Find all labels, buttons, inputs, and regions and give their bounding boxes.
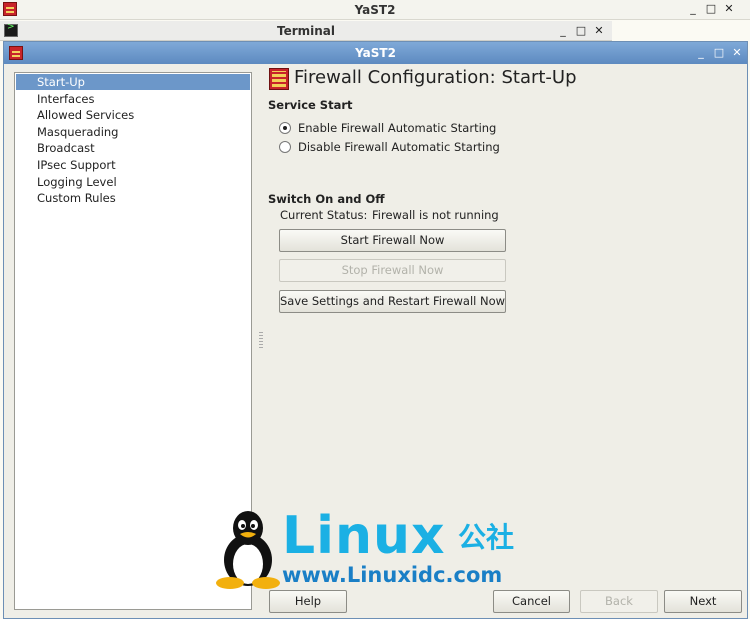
cancel-button[interactable]: Cancel xyxy=(493,590,570,613)
sidebar-item-custom-rules[interactable]: Custom Rules xyxy=(16,190,250,206)
close-icon[interactable]: ✕ xyxy=(730,46,744,60)
service-start-heading: Service Start xyxy=(268,98,353,112)
terminal-maximize-icon[interactable]: □ xyxy=(574,24,588,38)
switch-on-off-heading: Switch On and Off xyxy=(268,192,385,206)
watermark-brand-cn: 公社 xyxy=(458,521,515,554)
page-title: Firewall Configuration: Start-Up xyxy=(294,67,577,88)
main-titlebar[interactable]: YaST2 _ □ ✕ xyxy=(4,42,747,64)
sidebar-item-masquerading[interactable]: Masquerading xyxy=(16,124,250,140)
terminal-titlebar[interactable]: Terminal _ □ ✕ xyxy=(0,21,612,41)
disable-autostart-label[interactable]: Disable Firewall Automatic Starting xyxy=(298,140,500,154)
minimize-icon[interactable]: _ xyxy=(686,2,700,16)
terminal-close-icon[interactable]: ✕ xyxy=(592,24,606,38)
terminal-minimize-icon[interactable]: _ xyxy=(556,24,570,38)
main-window-title: YaST2 xyxy=(355,46,396,60)
pane-splitter-handle[interactable] xyxy=(259,332,263,348)
radio-checked-icon[interactable] xyxy=(279,122,291,134)
back-button: Back xyxy=(580,590,658,613)
current-status-label: Current Status: xyxy=(280,208,368,222)
stop-firewall-button: Stop Firewall Now xyxy=(279,259,506,282)
next-button[interactable]: Next xyxy=(664,590,742,613)
watermark-brand: Linux xyxy=(282,506,446,566)
help-button[interactable]: Help xyxy=(269,590,347,613)
sidebar-item-interfaces[interactable]: Interfaces xyxy=(16,91,250,107)
enable-autostart-label[interactable]: Enable Firewall Automatic Starting xyxy=(298,121,496,135)
radio-unchecked-icon[interactable] xyxy=(279,141,291,153)
save-restart-firewall-button[interactable]: Save Settings and Restart Firewall Now xyxy=(279,290,506,313)
terminal-window-title: Terminal xyxy=(276,24,336,38)
minimize-icon[interactable]: _ xyxy=(694,46,708,60)
linuxidc-watermark: Linux 公社 www.Linuxidc.com xyxy=(212,506,542,592)
sidebar-item-start-up[interactable]: Start-Up xyxy=(16,74,250,90)
firewall-icon xyxy=(269,68,289,90)
background-titlebar[interactable]: YaST2 _ □ ✕ xyxy=(0,0,750,20)
current-status-value: Firewall is not running xyxy=(372,208,499,222)
maximize-icon[interactable]: □ xyxy=(704,2,718,16)
close-icon[interactable]: ✕ xyxy=(722,2,736,16)
sidebar-item-allowed-services[interactable]: Allowed Services xyxy=(16,107,250,123)
maximize-icon[interactable]: □ xyxy=(712,46,726,60)
sidebar-item-logging-level[interactable]: Logging Level xyxy=(16,174,250,190)
sidebar-item-broadcast[interactable]: Broadcast xyxy=(16,140,250,156)
watermark-url: www.Linuxidc.com xyxy=(282,563,503,587)
sidebar-item-ipsec-support[interactable]: IPsec Support xyxy=(16,157,250,173)
background-window-title: YaST2 xyxy=(354,3,396,17)
tux-penguin-logo xyxy=(216,511,280,589)
start-firewall-button[interactable]: Start Firewall Now xyxy=(279,229,506,252)
